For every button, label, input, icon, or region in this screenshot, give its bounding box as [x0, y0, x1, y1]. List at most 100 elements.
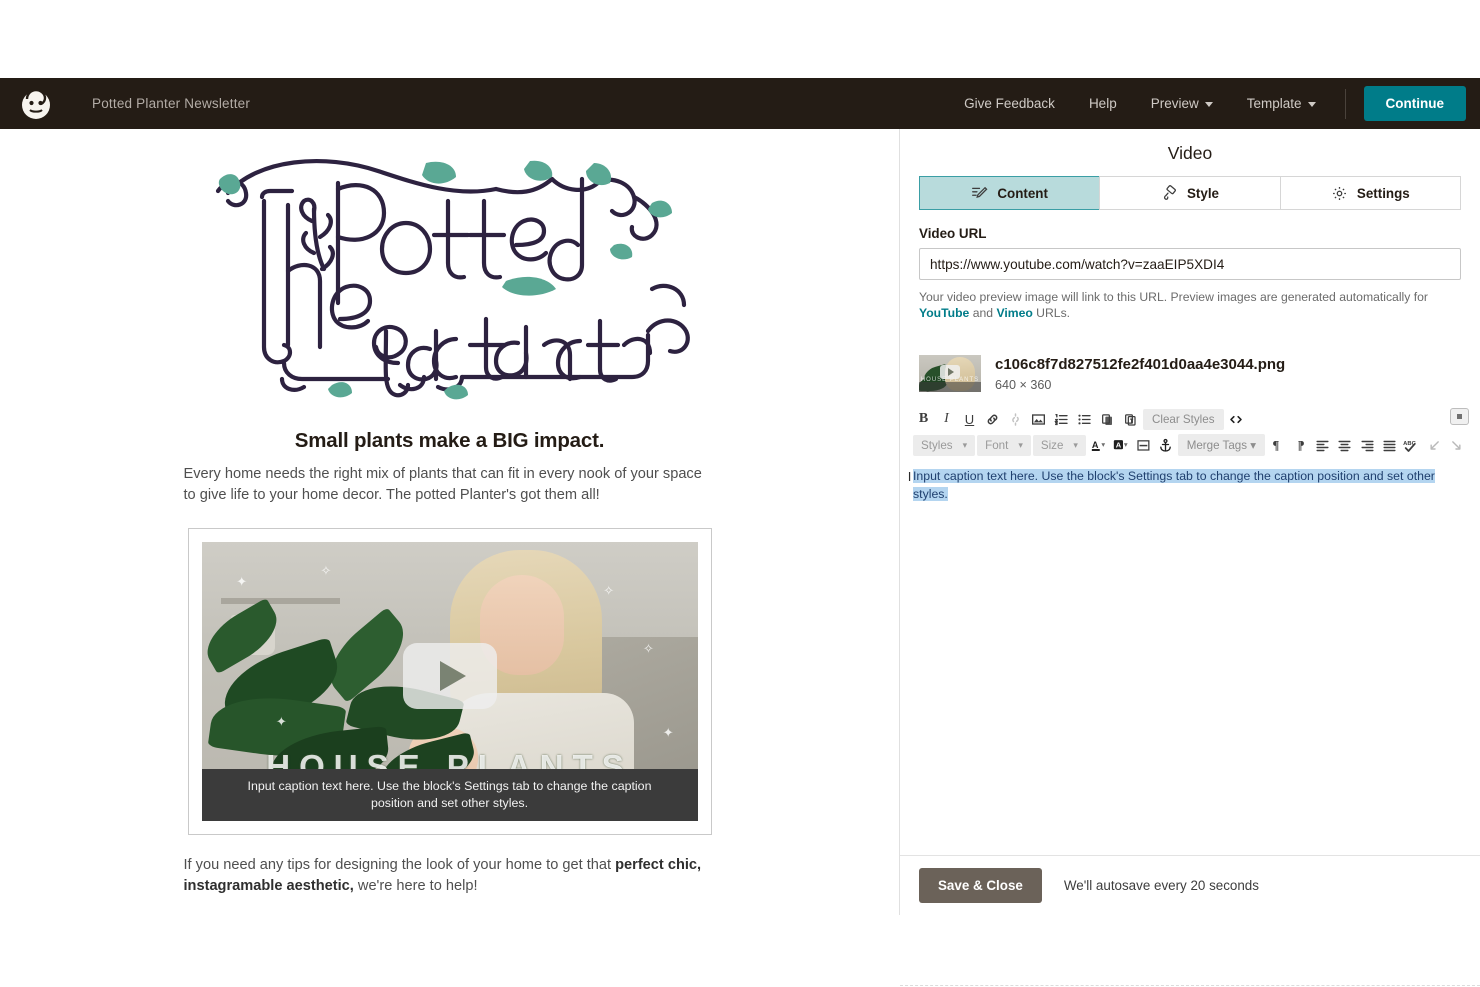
- content-pencil-icon: [971, 185, 988, 202]
- svg-text:¶: ¶: [1272, 438, 1279, 452]
- editor-section-divider: [900, 985, 1480, 986]
- tab-settings-label: Settings: [1356, 185, 1410, 201]
- chevron-down-icon: [1307, 102, 1316, 107]
- sparkle-icon: ✧: [320, 563, 332, 579]
- undo-icon[interactable]: [1424, 435, 1444, 456]
- link-icon[interactable]: [982, 409, 1003, 430]
- unlink-icon[interactable]: [1005, 409, 1026, 430]
- merge-tags-button[interactable]: Merge Tags ▾: [1177, 434, 1266, 456]
- redo-icon[interactable]: [1447, 435, 1467, 456]
- merge-tags-label: Merge Tags: [1186, 439, 1248, 452]
- email-preview-canvas[interactable]: Small plants make a BIG impact. Every ho…: [0, 129, 899, 915]
- sparkle-icon: ✧: [603, 582, 615, 598]
- footer-lead: If you need any tips for designing the l…: [183, 857, 616, 873]
- rich-text-editor: B I U Clear Styles Styles ▾ Font ▾ Size …: [900, 406, 1480, 986]
- bullet-list-icon[interactable]: [1074, 409, 1095, 430]
- video-url-input[interactable]: [919, 248, 1461, 280]
- nav-give-feedback[interactable]: Give Feedback: [947, 96, 1072, 111]
- spellcheck-icon[interactable]: ABC: [1402, 435, 1422, 456]
- paragraph-ltr-icon[interactable]: ¶: [1267, 435, 1287, 456]
- code-brackets-icon[interactable]: [1226, 409, 1247, 430]
- font-select[interactable]: Font ▾: [977, 434, 1031, 456]
- anchor-icon[interactable]: [1155, 435, 1175, 456]
- youtube-link[interactable]: YouTube: [919, 306, 969, 320]
- align-right-icon[interactable]: [1357, 435, 1377, 456]
- horizontal-rule-icon[interactable]: [1133, 435, 1153, 456]
- svg-text:A: A: [1091, 440, 1098, 450]
- paragraph-rtl-icon[interactable]: ¶: [1290, 435, 1310, 456]
- video-settings-panel: Video Content Style Settings Video URL h…: [899, 129, 1480, 986]
- tab-style-label: Style: [1186, 185, 1219, 201]
- file-name: c106c8f7d827512fe2f401d0aa4e3044.png: [995, 355, 1286, 373]
- caption-editor-area[interactable]: I Input caption text here. Use the block…: [900, 467, 1480, 986]
- email-headline: Small plants make a BIG impact.: [294, 429, 605, 452]
- tab-content-label: Content: [997, 185, 1048, 201]
- tab-style[interactable]: Style: [1099, 176, 1281, 210]
- align-center-icon[interactable]: [1334, 435, 1354, 456]
- svg-text:¶: ¶: [1298, 438, 1305, 452]
- nav-template[interactable]: Template: [1230, 96, 1333, 111]
- svg-text:▾: ▾: [1101, 440, 1105, 449]
- paste-icon[interactable]: [1097, 409, 1118, 430]
- helper-mid: and: [969, 306, 997, 320]
- sparkle-icon: ✦: [662, 725, 674, 741]
- chevron-down-icon: [1204, 102, 1213, 107]
- align-left-icon[interactable]: [1312, 435, 1332, 456]
- vimeo-link[interactable]: Vimeo: [996, 306, 1032, 320]
- file-thumbnail[interactable]: HOUSE PLANTS: [919, 355, 981, 392]
- file-info-row: HOUSE PLANTS c106c8f7d827512fe2f401d0aa4…: [919, 355, 1461, 392]
- text-color-icon[interactable]: A ▾: [1088, 435, 1108, 456]
- caption-text-selected[interactable]: Input caption text here. Use the block's…: [913, 469, 1435, 501]
- panel-footer: Save & Close We'll autosave every 20 sec…: [900, 855, 1480, 915]
- text-cursor-icon: I: [907, 469, 912, 484]
- potted-planter-logo[interactable]: [170, 143, 730, 429]
- chevron-down-icon: ▾: [1073, 439, 1078, 450]
- video-block[interactable]: ✦ ✧ ✦ ✧ ✦ ✧ HOUSE PLANTS Input caption t…: [187, 528, 712, 835]
- nav-help-label: Help: [1088, 96, 1117, 111]
- video-url-helper-text: Your video preview image will link to th…: [919, 289, 1461, 321]
- header-nav: Give Feedback Help Preview Template Cont…: [947, 78, 1480, 129]
- footer-tail: we're here to help!: [353, 878, 478, 894]
- collapse-toolbar-icon[interactable]: [1450, 408, 1469, 425]
- file-dimensions: 640 × 360: [995, 377, 1052, 392]
- sparkle-icon: ✧: [642, 641, 654, 657]
- video-thumbnail[interactable]: ✦ ✧ ✦ ✧ ✦ ✧ HOUSE PLANTS Input caption t…: [201, 542, 698, 821]
- bold-icon[interactable]: B: [913, 409, 934, 430]
- mailchimp-email-editor: Potted Planter Newsletter Give Feedback …: [0, 0, 1480, 987]
- autosave-text: We'll autosave every 20 seconds: [1063, 878, 1259, 893]
- nav-preview[interactable]: Preview: [1134, 96, 1230, 111]
- panel-title: Video: [1167, 143, 1213, 163]
- styles-select[interactable]: Styles ▾: [913, 434, 976, 456]
- numbered-list-icon[interactable]: [1051, 409, 1072, 430]
- toolbar-row-2: Styles ▾ Font ▾ Size ▾ A ▾ A ▾ Merge Tags ▾ ¶: [900, 432, 1480, 458]
- italic-icon[interactable]: I: [936, 409, 957, 430]
- image-icon[interactable]: [1028, 409, 1049, 430]
- mailchimp-monkey-logo[interactable]: [0, 87, 72, 121]
- chevron-down-icon: ▾: [962, 439, 968, 450]
- sparkle-icon: ✦: [275, 713, 287, 729]
- size-select[interactable]: Size ▾: [1032, 434, 1086, 456]
- continue-button[interactable]: Continue: [1363, 86, 1466, 121]
- helper-tail: URLs.: [1032, 306, 1071, 320]
- tab-settings[interactable]: Settings: [1279, 176, 1461, 210]
- size-select-label: Size: [1040, 438, 1064, 452]
- clear-styles-button[interactable]: Clear Styles: [1143, 408, 1224, 430]
- sparkle-icon: ✦: [236, 574, 248, 590]
- chevron-down-icon: ▾: [1018, 439, 1023, 450]
- file-meta: c106c8f7d827512fe2f401d0aa4e3044.png 640…: [995, 356, 1285, 392]
- save-and-close-button[interactable]: Save & Close: [919, 868, 1042, 903]
- tab-content[interactable]: Content: [919, 176, 1101, 210]
- helper-lead: Your video preview image will link to th…: [919, 290, 1428, 304]
- background-color-icon[interactable]: A ▾: [1110, 435, 1130, 456]
- toolbar-row-1: B I U Clear Styles: [900, 406, 1480, 432]
- paste-as-text-icon[interactable]: [1120, 409, 1141, 430]
- play-button-icon[interactable]: [402, 642, 497, 709]
- underline-icon[interactable]: U: [959, 409, 980, 430]
- align-justify-icon[interactable]: [1379, 435, 1399, 456]
- video-caption[interactable]: Input caption text here. Use the block's…: [201, 769, 698, 821]
- nav-help[interactable]: Help: [1072, 96, 1134, 111]
- styles-select-label: Styles: [921, 438, 953, 452]
- email-paragraph: Every home needs the right mix of plants…: [183, 466, 702, 503]
- nav-preview-label: Preview: [1150, 96, 1199, 111]
- email-body: Small plants make a BIG impact. Every ho…: [170, 129, 730, 897]
